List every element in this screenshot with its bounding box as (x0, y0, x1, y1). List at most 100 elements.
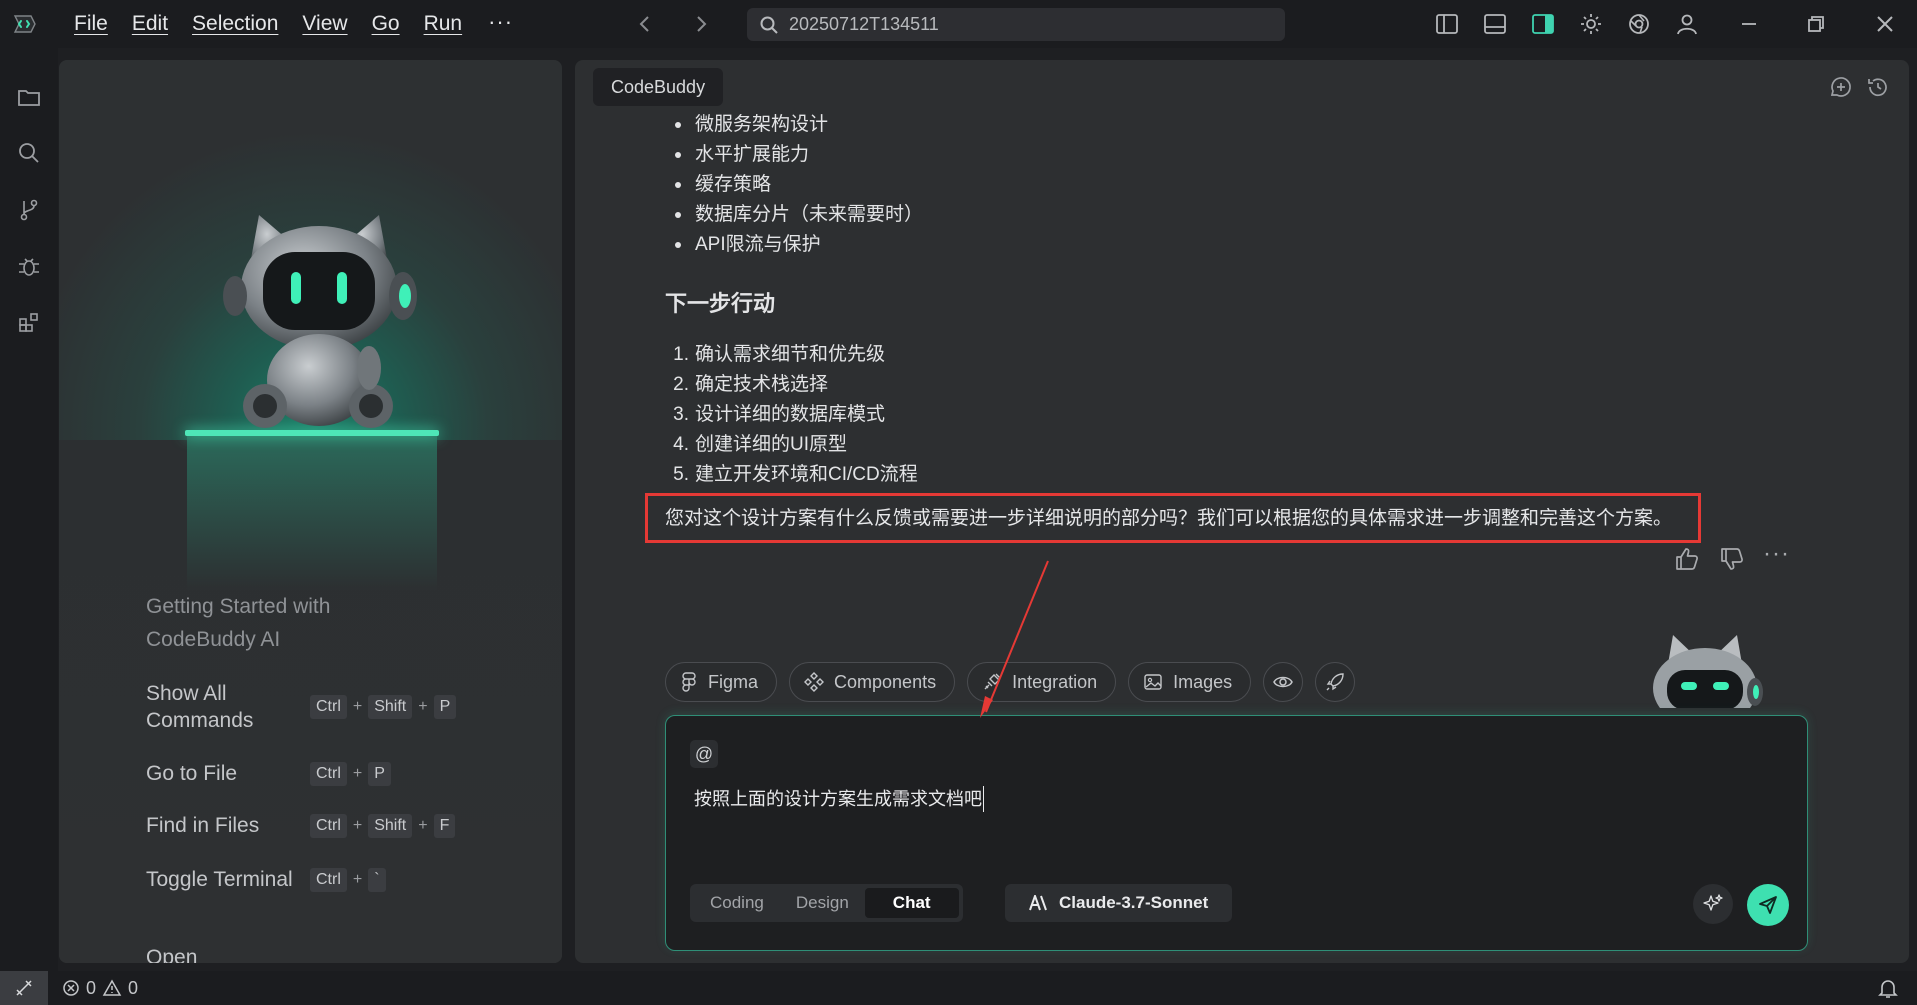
key-cap: P (433, 695, 457, 719)
rocket-icon (1326, 673, 1344, 691)
close-window-icon[interactable] (1872, 11, 1898, 37)
key-cap: Ctrl (310, 813, 347, 838)
warning-count: 0 (128, 977, 139, 998)
menu-more-button[interactable]: ··· (474, 0, 527, 48)
source-control-icon[interactable] (16, 197, 42, 223)
shortcut-label: Open (146, 946, 198, 963)
run-debug-icon[interactable] (16, 254, 42, 280)
error-icon (63, 980, 79, 996)
shortcut-label: Toggle Terminal (146, 868, 293, 891)
notifications-bell-icon[interactable] (1876, 976, 1900, 1000)
chip-label: Integration (1012, 671, 1098, 692)
section-heading: 下一步行动 (665, 291, 776, 316)
shortcut-keys: Ctrl + P (310, 761, 391, 786)
new-chat-icon[interactable] (1828, 74, 1854, 100)
chip-label: Images (1173, 671, 1233, 692)
more-actions-button[interactable]: ··· (1763, 540, 1790, 568)
warning-icon (102, 979, 122, 996)
menu-selection[interactable]: Selection (180, 0, 290, 48)
key-cap: Ctrl (310, 761, 347, 786)
mode-chat[interactable]: Chat (864, 888, 959, 918)
list-item: 水平扩展能力 (665, 140, 1865, 170)
chip-images[interactable]: Images (1128, 662, 1252, 702)
settings-gear-icon[interactable] (1578, 11, 1604, 37)
toggle-secondary-sidebar-icon[interactable] (1530, 11, 1556, 37)
mode-design[interactable]: Design (780, 888, 865, 918)
chip-components[interactable]: Components (789, 662, 956, 702)
toggle-panel-icon[interactable] (1482, 11, 1508, 37)
thumbs-down-icon[interactable] (1718, 545, 1746, 573)
account-icon[interactable] (1674, 11, 1700, 37)
context-chips: Figma Components Integration Images (665, 662, 1356, 702)
chip-figma[interactable]: Figma (665, 662, 778, 702)
mode-selector: Coding Design Chat (690, 884, 963, 922)
list-item: 微服务架构设计 (665, 110, 1865, 140)
send-icon (1759, 896, 1777, 914)
shortcut-keys: Ctrl + Shift + P (310, 695, 457, 719)
deploy-button[interactable] (1315, 662, 1356, 702)
list-item: 1. 确认需求细节和优先级 (673, 344, 886, 365)
toggle-primary-sidebar-icon[interactable] (1434, 11, 1460, 37)
chat-input-field[interactable]: 按照上面的设计方案生成需求文档吧 (694, 786, 984, 812)
status-bar: 0 0 (0, 971, 1917, 1005)
codebuddy-chat-panel: CodeBuddy 微服务架构设计 水平扩展能力 缓存策略 数据库分片（未来需要… (575, 60, 1909, 963)
shortcut-find-in-files[interactable]: Find in Files Ctrl + Shift + F (146, 812, 456, 839)
thumbs-up-icon[interactable] (1673, 545, 1701, 573)
shortcut-go-to-file[interactable]: Go to File Ctrl + P (146, 760, 391, 787)
shortcut-label: Show All Commands (146, 682, 254, 732)
codebuddy-mascot-icon (223, 215, 417, 428)
problems-indicator[interactable]: 0 0 (62, 971, 138, 1005)
welcome-panel: Getting Started with CodeBuddy AI Show A… (59, 60, 562, 963)
shelf-glow (187, 430, 437, 590)
key-cap: ` (368, 867, 386, 892)
remote-indicator-button[interactable] (0, 971, 48, 1005)
mode-coding[interactable]: Coding (694, 888, 780, 918)
key-cap: F (433, 813, 456, 838)
shortcut-label: Find in Files (146, 814, 260, 837)
getting-started-title: Getting Started with CodeBuddy AI (146, 595, 331, 651)
mention-button[interactable]: @ (690, 740, 718, 768)
history-icon[interactable] (1865, 74, 1891, 100)
components-icon (804, 672, 825, 692)
menu-view[interactable]: View (290, 0, 359, 48)
back-arrow-icon[interactable] (633, 12, 657, 36)
send-button[interactable] (1747, 884, 1789, 926)
shortcut-open[interactable]: Open (146, 944, 310, 963)
forward-arrow-icon[interactable] (689, 12, 713, 36)
search-icon[interactable] (16, 140, 42, 166)
menu-go[interactable]: Go (360, 0, 412, 48)
menu-file[interactable]: File (62, 0, 120, 48)
chip-integration[interactable]: Integration (967, 662, 1117, 702)
shortcut-label: Go to File (146, 762, 238, 785)
shortcut-toggle-terminal[interactable]: Toggle Terminal Ctrl + ` (146, 866, 386, 893)
menu-edit[interactable]: Edit (120, 0, 180, 48)
closing-question: 您对这个设计方案有什么反馈或需要进一步详细说明的部分吗？我们可以根据您的具体需求… (665, 508, 1673, 529)
explorer-folder-icon[interactable] (16, 84, 42, 110)
key-cap: Shift (368, 813, 413, 838)
numbered-list: 1. 确认需求细节和优先级 2. 确定技术栈选择 3. 设计详细的数据库模式 4. 创建… (665, 340, 1865, 490)
key-cap: P (368, 761, 391, 786)
model-selector-button[interactable]: Claude-3.7-Sonnet (1005, 884, 1233, 922)
restore-icon[interactable] (1803, 11, 1829, 37)
extensions-icon[interactable] (16, 310, 42, 336)
figma-icon (682, 672, 696, 692)
list-item: 5. 建立开发环境和CI/CD流程 (673, 464, 918, 485)
list-item: API限流与保护 (665, 230, 1865, 260)
shortcut-show-all-commands[interactable]: Show All Commands Ctrl + Shift + P (146, 680, 457, 734)
codebuddy-logo-icon[interactable] (12, 12, 38, 36)
list-item: 数据库分片（未来需要时） (665, 200, 1865, 230)
list-item: 2. 确定技术栈选择 (673, 374, 829, 395)
menu-bar: File Edit Selection View Go Run ··· (62, 0, 527, 48)
tab-codebuddy[interactable]: CodeBuddy (593, 68, 724, 106)
command-search-box[interactable]: 20250712T134511 (747, 8, 1285, 41)
minimize-icon[interactable] (1736, 11, 1762, 37)
browser-icon[interactable] (1626, 11, 1652, 37)
key-cap: Shift (368, 695, 413, 719)
enhance-prompt-button[interactable] (1693, 884, 1733, 924)
chat-input-box[interactable]: @ 按照上面的设计方案生成需求文档吧 Coding Design Chat Cl… (665, 715, 1808, 951)
preview-button[interactable] (1263, 662, 1304, 702)
shortcut-keys: Ctrl + Shift + F (310, 813, 456, 838)
menu-run[interactable]: Run (412, 0, 475, 48)
search-icon (760, 16, 778, 34)
list-item: 3. 设计详细的数据库模式 (673, 404, 886, 425)
